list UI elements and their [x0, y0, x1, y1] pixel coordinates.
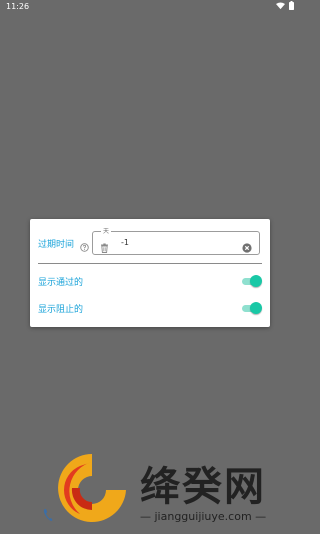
toggle-label-show-allowed: 显示通过的	[38, 278, 84, 288]
watermark-logo-icon	[50, 448, 134, 532]
battery-icon	[289, 1, 294, 10]
clear-icon[interactable]	[242, 238, 252, 257]
switch-thumb	[250, 302, 262, 314]
show-blocked-switch[interactable]	[242, 302, 262, 314]
toggle-label-show-blocked: 显示阻止的	[38, 305, 84, 315]
phone-icon	[43, 507, 53, 526]
divider	[38, 263, 262, 264]
wifi-icon	[276, 2, 285, 9]
expire-label: 过期时间	[38, 240, 75, 250]
toggle-row-show-allowed[interactable]: 显示通过的	[30, 270, 270, 292]
expire-days-field[interactable]: 天 -1	[92, 226, 260, 257]
toggle-row-show-blocked[interactable]: 显示阻止的	[30, 297, 270, 319]
filter-dialog: 过期时间 天 -1 显示通过的 显示阻止的	[30, 219, 270, 327]
expire-days-unit: 天	[101, 226, 112, 235]
expire-row: 过期时间 天 -1	[30, 219, 270, 262]
switch-thumb	[250, 275, 262, 287]
watermark-title: 绛癸网	[140, 464, 266, 510]
status-time: 11:26	[6, 2, 30, 11]
status-icons	[276, 1, 294, 10]
watermark: 绛癸网 — jiangguijiuye.com —	[44, 448, 300, 534]
show-allowed-switch[interactable]	[242, 275, 262, 287]
status-bar: 11:26	[0, 0, 300, 14]
trash-icon[interactable]	[100, 238, 109, 257]
watermark-url: — jiangguijiuye.com —	[140, 510, 267, 523]
help-circle-icon[interactable]	[80, 237, 89, 256]
expire-days-value[interactable]: -1	[121, 238, 129, 247]
